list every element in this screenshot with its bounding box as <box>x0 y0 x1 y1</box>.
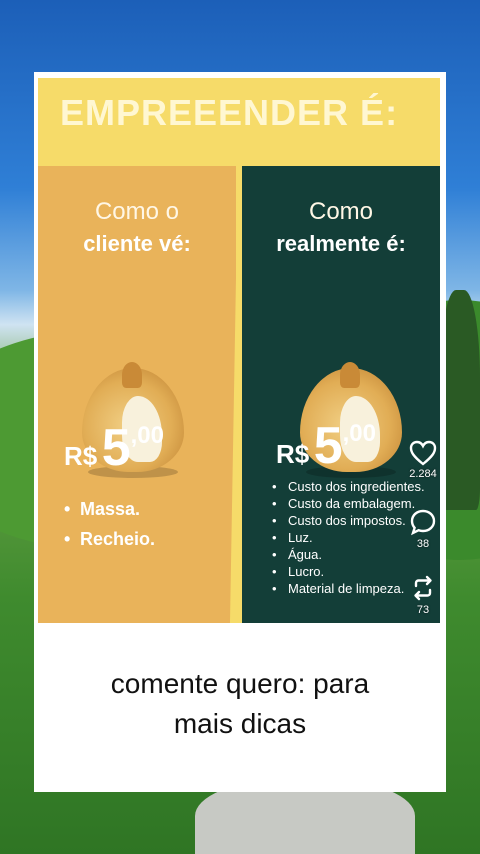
list-item: Material de limpeza. <box>272 580 425 597</box>
repost-icon <box>414 575 432 601</box>
list-item: Custo dos impostos. <box>272 512 425 529</box>
list-item: Água. <box>272 546 425 563</box>
caption-line-1: comente quero: para <box>110 668 370 699</box>
list-item: Lucro. <box>272 563 425 580</box>
list-item: Luz. <box>272 529 425 546</box>
list-item: Custo dos ingredientes. <box>272 478 425 495</box>
price-main: 5 <box>101 419 131 477</box>
like-button[interactable]: 2.284 <box>404 440 442 480</box>
client-items-list: Massa. Recheio. <box>64 494 155 554</box>
comment-count: 38 <box>416 538 430 550</box>
price-currency: R$ <box>64 441 98 471</box>
trees <box>440 290 480 510</box>
price-currency: R$ <box>276 439 310 469</box>
comment-icon <box>410 509 436 536</box>
list-item: Massa. <box>64 494 155 524</box>
repost-count: 73 <box>416 604 430 616</box>
heading-line-2: cliente vé: <box>83 231 191 256</box>
price-cents: ,00 <box>342 420 376 447</box>
reality-panel: Como realmente é: R$ 5,00 Custo dos ingr… <box>242 166 440 623</box>
post-caption: comente quero: para mais dicas <box>34 664 446 744</box>
poster-title: EMPREEENDER É: <box>60 92 399 133</box>
heading-line-1: Como o <box>94 198 180 225</box>
post-image: EMPREEENDER É: Como o cliente vé: R$ 5,0… <box>38 78 440 623</box>
heart-icon <box>409 440 437 466</box>
price-cents: ,00 <box>130 422 164 449</box>
heading-line-2: realmente é: <box>276 231 406 256</box>
list-item: Recheio. <box>64 524 155 554</box>
reality-heading: Como realmente é: <box>242 196 440 260</box>
price-main: 5 <box>313 417 343 475</box>
like-count: 2.284 <box>409 468 437 480</box>
cost-items-list: Custo dos ingredientes. Custo da embalag… <box>272 478 425 597</box>
price-label: R$ 5,00 <box>64 418 164 478</box>
heading-line-1: Como <box>308 198 374 225</box>
caption-line-2: mais dicas <box>173 708 307 739</box>
client-view-heading: Como o cliente vé: <box>38 196 236 260</box>
comment-button[interactable]: 38 <box>404 508 442 550</box>
list-item: Custo da embalagem. <box>272 495 425 512</box>
client-view-panel: Como o cliente vé: R$ 5,00 Massa. Rechei… <box>38 166 236 623</box>
repost-button[interactable]: 73 <box>404 574 442 616</box>
price-label: R$ 5,00 <box>276 416 376 476</box>
